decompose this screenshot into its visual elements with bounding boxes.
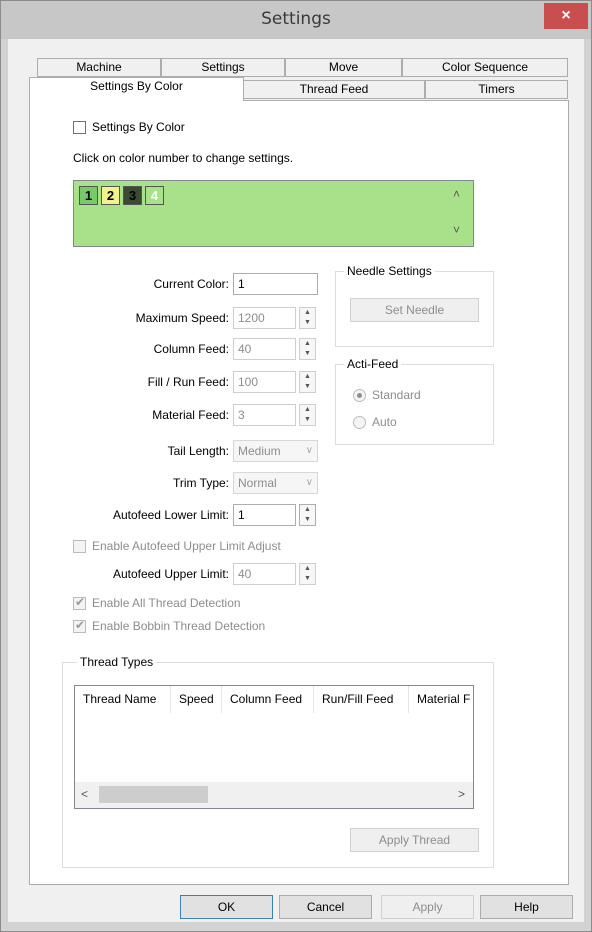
column-feed-label: Column Feed:	[153, 342, 229, 356]
tab-color-sequence[interactable]: Color Sequence	[402, 58, 568, 77]
enable-all-thread-detection-label: Enable All Thread Detection	[92, 596, 241, 610]
enable-bobbin-detection-checkbox[interactable]: ✔	[73, 618, 86, 633]
color-swatch-list[interactable]: 1 2 3 4 ˄ ˅	[73, 180, 474, 247]
settings-by-color-label: Settings By Color	[92, 120, 185, 134]
tail-length-select[interactable]: Medium ∨	[233, 440, 318, 462]
cancel-button[interactable]: Cancel	[279, 895, 372, 919]
auto-radio-label: Auto	[372, 415, 397, 429]
scroll-left-icon[interactable]: <	[81, 787, 88, 801]
color-hint-text: Click on color number to change settings…	[73, 151, 294, 165]
fill-run-feed-stepper[interactable]: ▲ ▼	[299, 371, 316, 393]
tail-length-label: Tail Length:	[167, 444, 229, 458]
trim-type-select[interactable]: Normal ∨	[233, 472, 318, 494]
autofeed-lower-input[interactable]: 1	[233, 504, 296, 526]
thread-types-table[interactable]: Thread Name Speed Column Feed Run/Fill F…	[74, 685, 474, 809]
column-feed-stepper[interactable]: ▲ ▼	[299, 338, 316, 360]
color-swatch-1[interactable]: 1	[79, 186, 98, 205]
material-feed-input[interactable]: 3	[233, 404, 296, 426]
acti-feed-title: Acti-Feed	[344, 357, 402, 371]
standard-radio-label: Standard	[372, 388, 421, 402]
enable-autofeed-upper-label: Enable Autofeed Upper Limit Adjust	[92, 539, 281, 553]
apply-thread-button[interactable]: Apply Thread	[350, 828, 479, 852]
max-speed-stepper[interactable]: ▲ ▼	[299, 307, 316, 329]
scroll-up-icon[interactable]: ˄	[453, 187, 460, 201]
radio-selected-icon	[357, 393, 362, 398]
fill-run-feed-input[interactable]: 100	[233, 371, 296, 393]
thread-types-title: Thread Types	[77, 655, 157, 669]
title-bar[interactable]: Settings ×	[1, 1, 591, 39]
scroll-right-icon[interactable]: >	[458, 787, 465, 801]
scroll-down-icon[interactable]: ˅	[453, 223, 460, 237]
column-header-run-fill-feed[interactable]: Run/Fill Feed	[314, 686, 409, 713]
acti-feed-group	[335, 364, 494, 445]
horizontal-scrollbar[interactable]: < >	[75, 782, 473, 808]
column-header-thread-name[interactable]: Thread Name	[75, 686, 171, 713]
autofeed-upper-input[interactable]: 40	[233, 563, 296, 585]
max-speed-label: Maximum Speed:	[135, 311, 229, 325]
settings-dialog: Settings × Machine Settings Move Color S…	[0, 0, 592, 932]
tab-timers[interactable]: Timers	[425, 80, 568, 99]
apply-button[interactable]: Apply	[381, 895, 474, 919]
chevron-down-icon: ∨	[305, 445, 313, 456]
tail-length-value: Medium	[238, 444, 281, 458]
needle-settings-title: Needle Settings	[344, 264, 435, 278]
max-speed-input[interactable]: 1200	[233, 307, 296, 329]
tab-move[interactable]: Move	[285, 58, 402, 77]
tab-settings[interactable]: Settings	[161, 58, 285, 77]
enable-autofeed-upper-checkbox[interactable]	[73, 540, 86, 553]
color-swatch-3[interactable]: 3	[123, 186, 142, 205]
trim-type-label: Trim Type:	[172, 476, 229, 490]
column-header-material-feed[interactable]: Material F	[409, 686, 473, 713]
tab-settings-by-color[interactable]: Settings By Color	[29, 77, 244, 101]
current-color-input[interactable]: 1	[233, 273, 318, 295]
set-needle-button[interactable]: Set Needle	[350, 298, 479, 322]
fill-run-feed-label: Fill / Run Feed:	[147, 375, 229, 389]
color-swatch-4[interactable]: 4	[145, 186, 164, 205]
standard-radio[interactable]	[353, 389, 366, 402]
trim-type-value: Normal	[238, 476, 277, 490]
window-title: Settings	[261, 9, 331, 29]
ok-button[interactable]: OK	[180, 895, 273, 919]
tab-thread-feed[interactable]: Thread Feed	[243, 80, 425, 99]
checkmark-icon: ✔	[75, 595, 86, 609]
checkmark-icon: ✔	[75, 618, 86, 632]
close-button[interactable]: ×	[544, 3, 588, 29]
current-color-label: Current Color:	[153, 277, 229, 291]
column-header-column-feed[interactable]: Column Feed	[222, 686, 314, 713]
settings-by-color-checkbox[interactable]	[73, 121, 86, 134]
autofeed-upper-label: Autofeed Upper Limit:	[112, 567, 229, 581]
chevron-down-icon: ∨	[305, 477, 313, 488]
autofeed-upper-stepper[interactable]: ▲ ▼	[299, 563, 316, 585]
autofeed-lower-stepper[interactable]: ▲ ▼	[299, 504, 316, 526]
autofeed-lower-label: Autofeed Lower Limit:	[112, 508, 229, 522]
material-feed-label: Material Feed:	[152, 408, 229, 422]
color-swatch-2[interactable]: 2	[101, 186, 120, 205]
enable-all-thread-detection-checkbox[interactable]: ✔	[73, 595, 86, 610]
tab-machine[interactable]: Machine	[37, 58, 161, 77]
enable-bobbin-detection-label: Enable Bobbin Thread Detection	[92, 619, 266, 633]
material-feed-stepper[interactable]: ▲ ▼	[299, 404, 316, 426]
scrollbar-thumb[interactable]	[99, 786, 208, 803]
column-feed-input[interactable]: 40	[233, 338, 296, 360]
help-button[interactable]: Help	[480, 895, 573, 919]
auto-radio[interactable]	[353, 416, 366, 429]
column-header-speed[interactable]: Speed	[171, 686, 222, 713]
